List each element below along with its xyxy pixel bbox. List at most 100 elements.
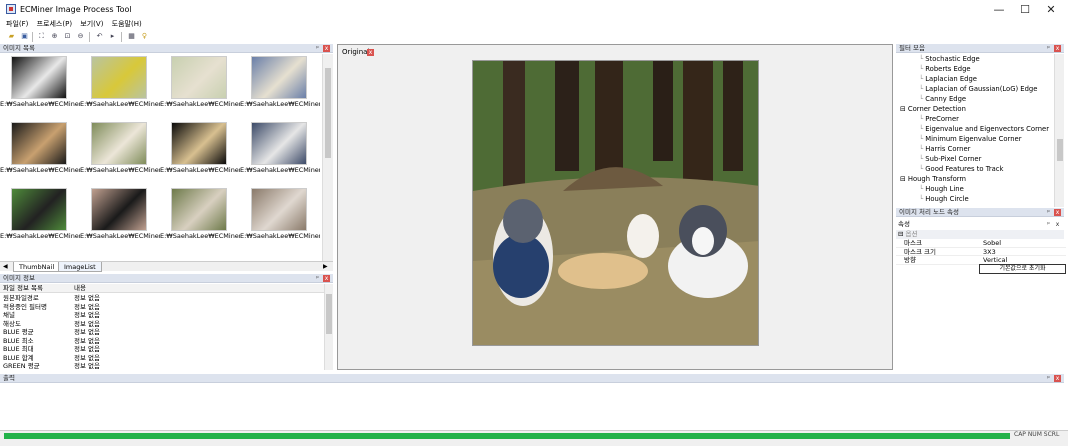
pin-icon[interactable]: ᵖ (314, 275, 321, 282)
tree-item[interactable]: └ Hough Circle (896, 194, 1054, 204)
thumbnail-item[interactable]: E:₩SaehakLee₩ECMiner... (160, 54, 240, 114)
tree-item[interactable]: └ Roberts Edge (896, 64, 1054, 74)
close-button[interactable]: ✕ (1038, 2, 1064, 18)
tree-item[interactable]: ⊟ Corner Detection (896, 104, 1054, 114)
thumbnail-item[interactable]: E:₩SaehakLee₩ECMiner... (160, 120, 240, 180)
close-icon[interactable]: x (1054, 45, 1061, 52)
tree-item[interactable]: └ Hough Line (896, 184, 1054, 194)
thumbnail-scrollbar[interactable] (322, 54, 333, 261)
progress-track (4, 433, 1010, 439)
menu-file[interactable]: 파일(F) (6, 19, 28, 30)
column-header: 파일 정보 목록 (3, 284, 44, 292)
tree-item-label: Stochastic Edge (925, 55, 980, 63)
pin-icon[interactable]: ᵖ (1045, 375, 1052, 382)
filter-panel-title: 필터 모음 (896, 44, 1064, 53)
collapse-icon[interactable]: ⊟ (896, 230, 903, 238)
thumbnail-item[interactable]: E:₩SaehakLee₩ECMiner... (0, 54, 80, 114)
close-icon[interactable]: x (367, 49, 374, 56)
reset-defaults-button[interactable]: 기본값으로 초기화 (979, 264, 1066, 274)
zoom-out-icon[interactable]: ⊖ (76, 32, 85, 41)
close-icon[interactable]: x (1054, 375, 1061, 382)
pin-icon[interactable]: ᵖ (314, 45, 321, 52)
layout-icon[interactable]: ▦ (127, 32, 136, 41)
node-prop-header: 이미지 처리 노드 속성 ᵖ x (896, 208, 1064, 217)
tree-item[interactable]: └ Canny Edge (896, 94, 1054, 104)
info-key: 적용중인 필터명 (3, 302, 47, 311)
thumbnail-item[interactable]: E:₩SaehakLee₩ECMiner... (160, 186, 240, 246)
info-scrollbar[interactable] (324, 284, 333, 370)
thumbnail-item[interactable]: E:₩SaehakLee₩ECMiner... (240, 186, 320, 246)
property-row[interactable]: 마스크 Sobel (896, 239, 1066, 248)
maximize-button[interactable]: ☐ (1012, 2, 1038, 18)
minimize-button[interactable]: — (986, 2, 1012, 18)
close-icon[interactable]: x (323, 275, 330, 282)
undo-icon[interactable]: ↶ (95, 32, 104, 41)
tab-scroll-left-icon[interactable]: ◀ (3, 263, 8, 270)
menu-view[interactable]: 보기(V) (80, 19, 103, 30)
property-value[interactable]: Sobel (982, 239, 1001, 248)
close-icon[interactable]: x (1054, 209, 1061, 216)
property-group[interactable]: ⊟ 옵션 (896, 230, 1064, 239)
tree-item[interactable]: └ Laplacian of Gaussian(LoG) Edge (896, 84, 1054, 94)
tree-item[interactable]: └ PreCorner (896, 114, 1054, 124)
title-bar: ECMiner Image Process Tool — ☐ ✕ (0, 0, 1068, 20)
node-prop-title: 이미지 처리 노드 속성 (896, 208, 1064, 217)
info-value: 정보 없음 (74, 336, 100, 345)
thumbnail-item[interactable]: E:₩SaehakLee₩ECMiner... (240, 120, 320, 180)
open-folder-icon[interactable]: ▰ (7, 32, 16, 41)
pin-icon[interactable]: ᵖ (1045, 209, 1052, 216)
thumbnail-item[interactable]: E:₩SaehakLee₩ECMiner... (240, 54, 320, 114)
tree-item[interactable]: └ Good Features to Track (896, 164, 1054, 174)
tree-item[interactable]: └ Laplacian Edge (896, 74, 1054, 84)
info-value: 정보 없음 (74, 362, 100, 370)
thumbnail-caption: E:₩SaehakLee₩ECMiner... (240, 166, 320, 174)
thumbnail-item[interactable]: E:₩SaehakLee₩ECMiner... (80, 186, 160, 246)
thumbnail-image (171, 122, 227, 165)
zoom-in-icon[interactable]: ⊕ (50, 32, 59, 41)
table-row: 해상도 정보 없음 (0, 320, 324, 329)
property-row[interactable]: 마스크 크기 3X3 (896, 247, 1066, 257)
menu-process[interactable]: 프로세스(P) (37, 19, 72, 30)
tree-item[interactable]: ⊟ Hough Transform (896, 174, 1054, 184)
tree-item[interactable]: └ Minimum Eigenvalue Corner (896, 134, 1054, 144)
redo-icon[interactable]: ▸ (108, 32, 117, 41)
thumbnail-item[interactable]: E:₩SaehakLee₩ECMiner... (80, 120, 160, 180)
tree-item[interactable]: └ Eigenvalue and Eigenvectors Corner (896, 124, 1054, 134)
collapse-icon[interactable]: ⊟ (900, 175, 908, 183)
tree-item[interactable]: └ Harris Corner (896, 144, 1054, 154)
thumbnail-item[interactable]: E:₩SaehakLee₩ECMiner... (0, 120, 80, 180)
thumbnail-item[interactable]: E:₩SaehakLee₩ECMiner... (80, 54, 160, 114)
save-icon[interactable]: ▣ (20, 32, 29, 41)
thumbnail-caption: E:₩SaehakLee₩ECMiner... (0, 166, 80, 174)
property-key: 마스크 크기 (904, 247, 936, 256)
fit-screen-icon[interactable]: ⛶ (37, 32, 46, 41)
tab-scroll-right-icon[interactable]: ▶ (323, 263, 328, 270)
tree-item-label: Laplacian Edge (925, 75, 977, 83)
tree-item[interactable]: └ Sub-Pixel Corner (896, 154, 1054, 164)
pin-icon[interactable]: ᵖ (1045, 221, 1052, 228)
menu-help[interactable]: 도움말(H) (112, 19, 142, 30)
window-title: ECMiner Image Process Tool (20, 5, 132, 14)
property-grid: 마스크 Sobel 마스크 크기 3X3 방향 Vertical (896, 239, 1066, 265)
app-icon (6, 4, 16, 14)
info-value: 정보 없음 (74, 302, 100, 311)
collapse-icon[interactable]: ⊟ (900, 105, 908, 113)
thumbnail-item[interactable]: E:₩SaehakLee₩ECMiner... (0, 186, 80, 246)
tip-bulb-icon[interactable]: ♀ (140, 32, 149, 41)
tab-thumbnail[interactable]: ThumbNail (13, 262, 61, 272)
property-value[interactable]: 3X3 (982, 248, 996, 257)
tab-original[interactable]: Original (342, 48, 369, 56)
tree-item[interactable]: └ Stochastic Edge (896, 54, 1054, 64)
pin-icon[interactable]: ᵖ (1045, 45, 1052, 52)
thumbnail-image (251, 56, 307, 99)
thumbnail-caption: E:₩SaehakLee₩ECMiner... (80, 100, 160, 108)
tree-item-label: Corner Detection (907, 105, 966, 113)
table-row: BLUE 합계 정보 없음 (0, 354, 324, 363)
info-value: 정보 없음 (74, 328, 100, 336)
table-row: BLUE 최소 정보 없음 (0, 337, 324, 346)
close-icon[interactable]: x (323, 45, 330, 52)
filter-scrollbar[interactable] (1054, 54, 1064, 207)
tab-imagelist[interactable]: ImageList (58, 262, 102, 272)
actual-size-icon[interactable]: ⊡ (63, 32, 72, 41)
close-icon[interactable]: x (1054, 221, 1061, 228)
